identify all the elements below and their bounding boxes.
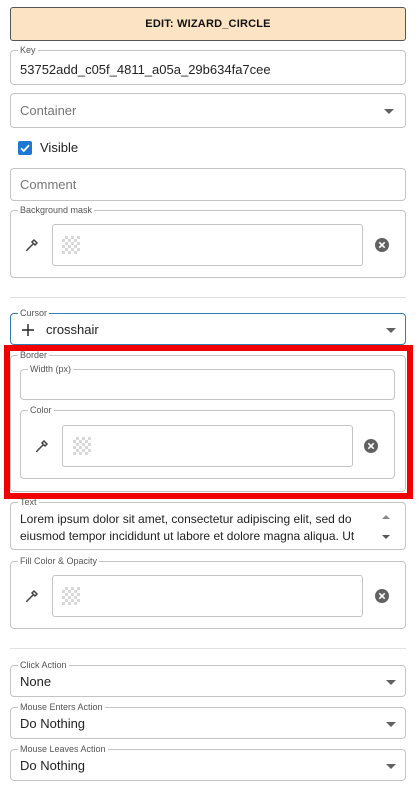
cursor-label: Cursor xyxy=(20,308,48,318)
container-chevron-down-icon xyxy=(384,109,394,114)
clear-icon[interactable] xyxy=(372,235,392,255)
container-placeholder: Container xyxy=(20,103,77,118)
text-label: Text xyxy=(20,497,37,507)
transparent-swatch xyxy=(62,587,80,605)
key-value: 53752add_c05f_4811_a05a_29b634fa7cee xyxy=(20,62,271,77)
border-color-input[interactable] xyxy=(62,425,353,467)
mouse-leaves-action-value: Do Nothing xyxy=(20,758,86,773)
border-color-label: Color xyxy=(30,405,52,415)
transparent-swatch xyxy=(62,236,80,254)
fill-color-input[interactable] xyxy=(52,575,363,617)
mouse-leaves-action-chevron-down-icon xyxy=(386,764,396,769)
text-line-1: Lorem ipsum dolor sit amet, consectetur … xyxy=(20,512,352,526)
border-label: Border xyxy=(20,350,48,360)
mouse-enters-action-value: Do Nothing xyxy=(20,716,86,731)
eyedropper-icon[interactable] xyxy=(22,586,42,606)
clear-icon[interactable] xyxy=(372,586,392,606)
click-action-chevron-down-icon xyxy=(386,680,396,685)
cursor-value: crosshair xyxy=(46,322,99,337)
divider xyxy=(10,297,406,298)
background-mask-label: Background mask xyxy=(20,205,93,215)
edit-title-button[interactable]: EDIT: WIZARD_CIRCLE xyxy=(10,7,406,41)
click-action-select[interactable]: Click Action xyxy=(10,660,406,697)
border-width-label: Width (px) xyxy=(30,364,72,374)
scroll-down-icon[interactable] xyxy=(380,532,392,542)
crosshair-icon xyxy=(20,322,36,338)
scroll-up-icon[interactable] xyxy=(380,512,392,522)
mouse-enters-action-chevron-down-icon xyxy=(386,722,396,727)
edit-title: EDIT: WIZARD_CIRCLE xyxy=(145,18,271,30)
border-width-input[interactable]: Width (px) xyxy=(20,364,395,400)
comment-placeholder: Comment xyxy=(20,177,77,192)
eyedropper-icon[interactable] xyxy=(32,436,52,456)
key-label: Key xyxy=(20,45,36,55)
visible-checkbox[interactable] xyxy=(18,141,32,155)
transparent-swatch xyxy=(73,437,91,455)
mouse-enters-action-label: Mouse Enters Action xyxy=(20,702,103,712)
mouse-leaves-action-label: Mouse Leaves Action xyxy=(20,744,106,754)
text-line-2: eiusmod tempor incididunt ut labore et d… xyxy=(20,529,355,543)
eyedropper-icon[interactable] xyxy=(22,235,42,255)
fill-color-label: Fill Color & Opacity xyxy=(20,556,98,566)
text-scrollbar[interactable] xyxy=(380,512,392,544)
click-action-value: None xyxy=(20,674,52,689)
checkmark-icon xyxy=(20,144,30,153)
visible-label: Visible xyxy=(40,140,79,155)
divider xyxy=(10,648,406,649)
cursor-chevron-down-icon xyxy=(386,328,396,333)
click-action-label: Click Action xyxy=(20,660,67,670)
clear-icon[interactable] xyxy=(361,436,381,456)
background-mask-color-input[interactable] xyxy=(52,224,363,266)
